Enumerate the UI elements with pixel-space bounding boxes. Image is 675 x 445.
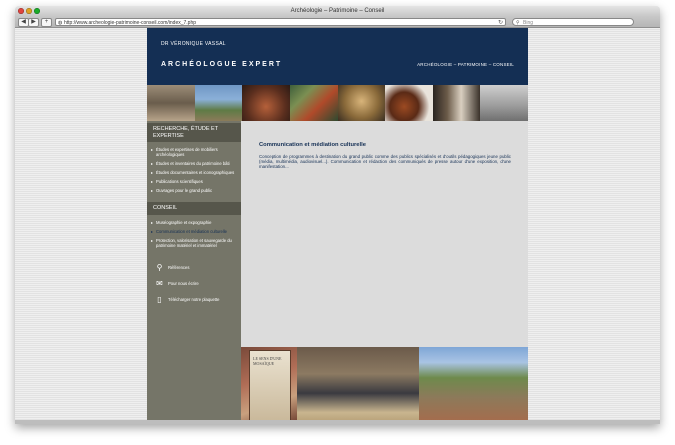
bullet-icon: ▸ [151,179,154,184]
sidebar-item-mobiliers[interactable]: ▸ Études et expertises de mobiliers arché… [147,145,241,159]
browser-toolbar: ◀ ▶ + ◍ http://www.archeologie-patrimoin… [15,16,660,28]
bullet-icon: ▸ [151,188,154,193]
bullet-icon: ▸ [151,237,154,243]
sidebar-item-label: Études et inventaires du patrimoine bâti [156,161,230,166]
sidebar-item-label: Communication et médiation culturelle [156,228,227,234]
sidebar-item-protection[interactable]: ▸ Protection, valorisation et sauvegarde … [147,236,241,250]
sidebar-item-museographie[interactable]: ▸ Muséographie et expographie [147,218,241,227]
photo-sculpture-head [337,85,386,121]
sidebar-item-label: Études et expertises de mobiliers archéo… [156,147,218,157]
sidebar-heading-conseil[interactable]: CONSEIL [147,202,241,215]
sidebar-link-references[interactable]: ⚲ Références [147,262,241,273]
sidebar-item-patrimoine-bati[interactable]: ▸ Études et inventaires du patrimoine bât… [147,159,241,168]
bottom-photo-strip: LE SENS D'UNE MOSAÏQUE [241,347,528,424]
photo-mosaic [289,85,338,121]
back-arrow-icon: ◀ [21,19,26,25]
status-bar [15,420,660,424]
address-url: http://www.archeologie-patrimoine-consei… [64,19,197,26]
window-title: Archéologie – Patrimoine – Conseil [290,8,385,14]
sidebar-link-label: Références [168,264,190,270]
photo-pottery-jar [242,85,290,121]
sidebar-link-contact[interactable]: ✉ Pour nous écrire [147,278,241,289]
sidebar-item-label: Études documentaires et iconographiques [156,170,235,175]
photo-vases [385,85,433,121]
photo-book-cover: LE SENS D'UNE MOSAÏQUE [241,347,297,424]
sidebar-link-download[interactable]: ▯ Télécharger notre plaquette [147,294,241,305]
search-field[interactable]: ⚲ Bing [512,17,634,26]
forward-button[interactable]: ▶ [28,18,39,27]
photo-museum-visit [297,347,419,424]
bullet-icon: ▸ [151,161,154,166]
magnifier-icon: ⚲ [156,262,163,272]
sidebar-item-documentaires[interactable]: ▸ Études documentaires et iconographiques [147,168,241,177]
envelope-icon: ✉ [156,278,163,288]
bullet-icon: ▸ [151,147,154,152]
sidebar-group-recherche: ▸ Études et expertises de mobiliers arché… [147,142,241,200]
add-bookmark-button[interactable]: + [41,18,52,27]
minimize-window-icon[interactable] [26,8,32,14]
browser-window: Archéologie – Patrimoine – Conseil ◀ ▶ +… [15,6,660,424]
title-bar: Archéologie – Patrimoine – Conseil [15,6,660,16]
reload-icon[interactable]: ↻ [498,19,503,27]
search-icon: ⚲ [516,19,520,26]
sidebar-item-label: Muséographie et expographie [156,219,212,225]
photo-landscape [194,85,243,121]
sidebar-link-label: Pour nous écrire [168,280,199,286]
sidebar-item-ouvrages[interactable]: ▸ Ouvrages pour le grand public [147,186,241,195]
plus-icon: + [44,19,49,25]
sidebar-item-label: Ouvrages pour le grand public [156,188,213,193]
main-content: Communication et médiation culturelle Co… [241,121,528,347]
header-photo-strip [147,85,528,121]
close-window-icon[interactable] [18,8,24,14]
author-name: DR VÉRONIQUE VASSAL [161,41,226,47]
photo-columns [432,85,481,121]
sidebar-group-conseil: ▸ Muséographie et expographie ▸ Communicat… [147,215,241,255]
bullet-icon: ▸ [151,228,154,234]
sidebar-link-label: Télécharger notre plaquette [168,296,220,302]
forward-arrow-icon: ▶ [31,19,36,25]
book-cover: LE SENS D'UNE MOSAÏQUE [249,350,291,423]
site-container: DR VÉRONIQUE VASSAL ARCHÉOLOGUE EXPERT A… [147,28,528,424]
globe-icon: ◍ [58,19,63,26]
photo-statue [480,85,528,121]
page-body-text: Conception de programmes à destination d… [259,154,511,170]
sidebar-heading-recherche[interactable]: RECHERCHE, ÉTUDE ET EXPERTISE [147,123,241,142]
sidebar-item-publications[interactable]: ▸ Publications scientifiques [147,177,241,186]
bullet-icon: ▸ [151,219,154,225]
book-title: LE SENS D'UNE MOSAÏQUE [253,356,282,366]
photo-wall-stones [147,85,195,121]
site-tagline: ARCHÉOLOGIE – PATRIMOINE – CONSEIL [417,62,514,67]
zoom-window-icon[interactable] [34,8,40,14]
site-title[interactable]: ARCHÉOLOGUE EXPERT [161,61,282,68]
bullet-icon: ▸ [151,170,154,175]
photo-ruins [419,347,528,424]
page-viewport[interactable]: DR VÉRONIQUE VASSAL ARCHÉOLOGUE EXPERT A… [15,28,660,424]
search-placeholder: Bing [523,19,534,26]
sidebar-item-label: Protection, valorisation et sauvegarde d… [156,237,232,248]
document-icon: ▯ [157,294,162,304]
sidebar-item-communication[interactable]: ▸ Communication et médiation culturelle [147,227,241,236]
sidebar: RECHERCHE, ÉTUDE ET EXPERTISE ▸ Études et… [147,121,241,424]
site-header: DR VÉRONIQUE VASSAL ARCHÉOLOGUE EXPERT A… [147,28,528,85]
page-title: Communication et médiation culturelle [259,142,366,148]
address-bar[interactable]: ◍ http://www.archeologie-patrimoine-cons… [55,17,506,27]
sidebar-item-label: Publications scientifiques [156,179,203,184]
